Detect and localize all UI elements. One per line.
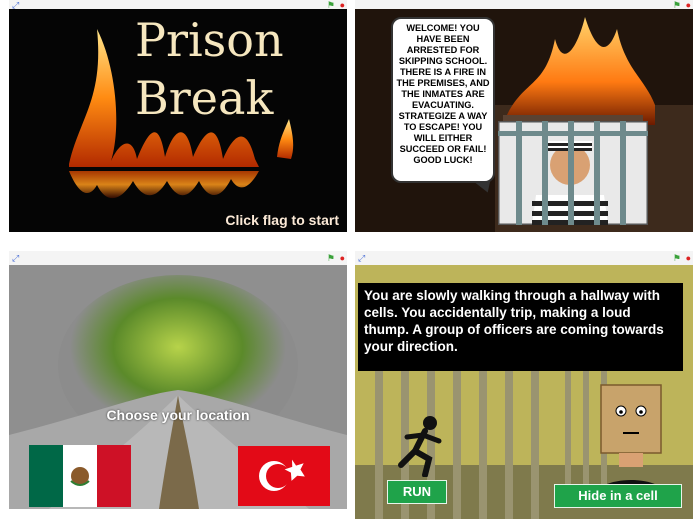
title-screen-panel: ⤢ ⚑ ● Prison Break Click flag to start xyxy=(9,0,347,232)
stage-toolbar: ⤢ ⚑ ● xyxy=(355,251,693,265)
choose-location-prompt: Choose your location xyxy=(106,407,250,423)
jailed-prisoner-image xyxy=(498,121,648,225)
fullscreen-icon[interactable]: ⤢ xyxy=(12,253,19,263)
game-title-line2: Break xyxy=(135,71,274,125)
intro-stage: WELCOME! YOU HAVE BEEN ARRESTED FOR SKIP… xyxy=(355,9,693,232)
mexico-flag-button[interactable] xyxy=(29,445,131,507)
title-stage: Prison Break Click flag to start xyxy=(9,9,347,232)
stop-sign-icon[interactable]: ● xyxy=(340,253,345,263)
run-button[interactable]: RUN xyxy=(387,480,447,504)
hallway-screen-panel: ⤢ ⚑ ● You are slowly walking through a h… xyxy=(355,251,693,519)
stage-toolbar: ⤢ ⚑ ● xyxy=(9,251,347,265)
location-screen-panel: ⤢ ⚑ ● Choose your location xyxy=(9,251,347,509)
fullscreen-icon[interactable]: ⤢ xyxy=(358,253,365,263)
welcome-speech-bubble: WELCOME! YOU HAVE BEEN ARRESTED FOR SKIP… xyxy=(391,17,495,183)
intro-screen-panel: ⚑ ● WELCOME! YOU HAVE BEEN ARRESTED FOR … xyxy=(355,0,693,232)
green-flag-icon[interactable]: ⚑ xyxy=(327,253,335,263)
stop-sign-icon[interactable]: ● xyxy=(686,253,691,263)
turkey-flag-button[interactable] xyxy=(238,446,330,506)
location-stage: Choose your location xyxy=(9,265,347,509)
green-flag-icon[interactable]: ⚑ xyxy=(673,253,681,263)
game-title-line1: Prison xyxy=(135,13,284,67)
hide-in-cell-button[interactable]: Hide in a cell xyxy=(554,484,682,508)
start-hint: Click flag to start xyxy=(225,212,339,228)
story-text-box: You are slowly walking through a hallway… xyxy=(358,283,683,371)
hallway-stage: You are slowly walking through a hallway… xyxy=(355,265,693,519)
running-person-icon[interactable] xyxy=(395,415,445,477)
